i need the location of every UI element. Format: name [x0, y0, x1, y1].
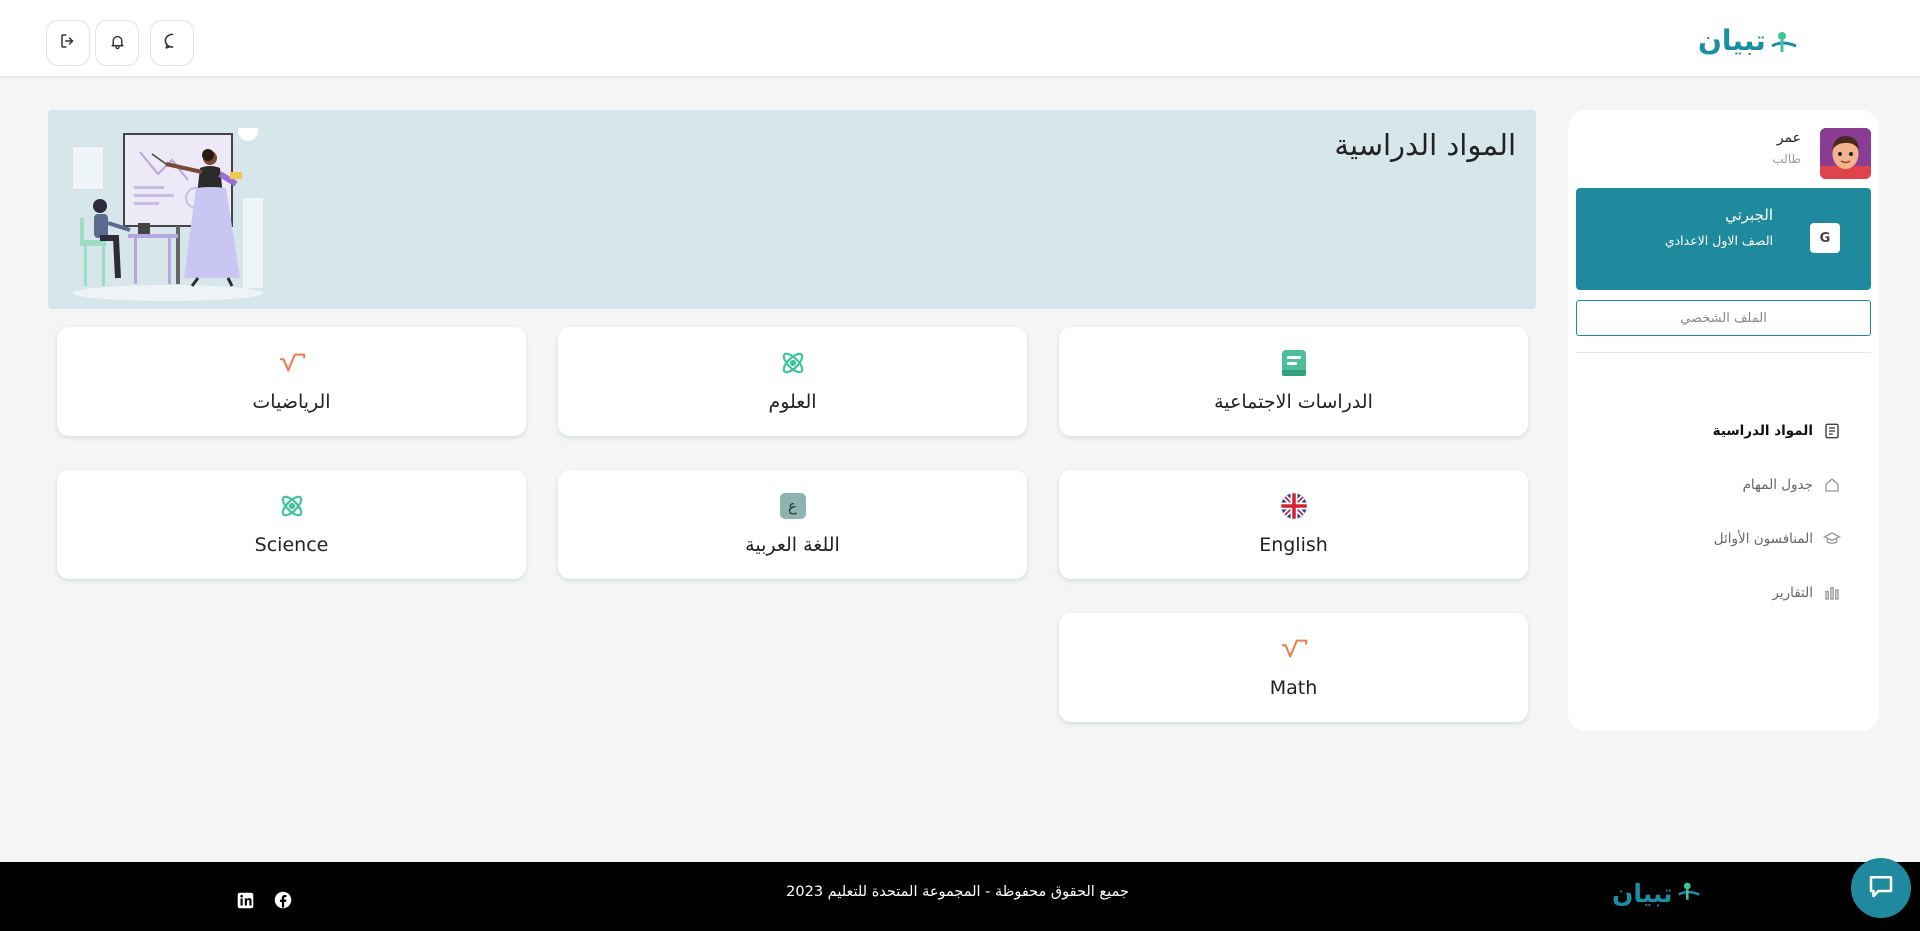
- logo-figure-icon: [1768, 29, 1800, 57]
- subject-card-english[interactable]: English: [1059, 470, 1528, 579]
- subject-label: العلوم: [768, 391, 817, 413]
- school-logo-text: G: [1819, 230, 1831, 246]
- sqrt-icon: [278, 349, 306, 377]
- sqrt-icon: [1280, 635, 1308, 663]
- subject-label: Math: [1269, 677, 1318, 699]
- subject-card-mathematics[interactable]: الرياضيات: [57, 327, 526, 436]
- user-role: طالب: [1772, 152, 1801, 166]
- sidebar-item-label: المواد الدراسية: [1712, 423, 1813, 439]
- book-icon: [1823, 422, 1841, 440]
- sidebar-divider: [1576, 352, 1871, 353]
- uk-flag-icon: [1279, 492, 1308, 520]
- arabic-letter-glyph: ع: [779, 493, 806, 519]
- sidebar-item-label: جدول المهام: [1742, 477, 1813, 493]
- user-name: عمر: [1776, 130, 1801, 146]
- book-icon: [1280, 349, 1308, 377]
- subject-label: اللغة العربية: [745, 534, 840, 556]
- subject-label: الرياضيات: [252, 391, 331, 413]
- logo-figure-icon: [1675, 880, 1707, 908]
- page-title: المواد الدراسية: [1334, 128, 1516, 162]
- subject-card-sciences[interactable]: العلوم: [558, 327, 1027, 436]
- bar-chart-icon: [1823, 584, 1841, 602]
- subject-label: Science: [254, 534, 329, 556]
- subject-label: English: [1259, 534, 1328, 556]
- atom-icon: [779, 349, 807, 377]
- school-logo: G: [1810, 223, 1840, 253]
- logo-text: تبيان: [1698, 24, 1766, 57]
- school-name: الجبرتي: [1725, 206, 1773, 224]
- sidebar-item-label: التقارير: [1772, 585, 1813, 601]
- live-chat-button[interactable]: [1851, 858, 1911, 918]
- logo-text: تبيان: [1612, 879, 1673, 908]
- subject-card-math[interactable]: Math: [1059, 613, 1528, 722]
- graduation-cap-icon: [1823, 530, 1841, 548]
- chat-bubble-icon: [1866, 871, 1896, 905]
- sidebar: عمر طالب G الجبرتي الصف الاول الاعدادي ا…: [1568, 110, 1879, 731]
- footer: جميع الحقوق محفوظة - المجموعة المتحدة لل…: [0, 862, 1920, 931]
- subject-label: الدراسات الاجتماعية: [1214, 391, 1373, 413]
- facebook-icon[interactable]: [274, 891, 292, 909]
- school-card: G الجبرتي الصف الاول الاعدادي: [1576, 188, 1871, 290]
- linkedin-icon[interactable]: [236, 891, 254, 909]
- subject-card-arabic[interactable]: ع اللغة العربية: [558, 470, 1027, 579]
- sidebar-item-subjects[interactable]: المواد الدراسية: [1713, 422, 1841, 440]
- school-grade: الصف الاول الاعدادي: [1664, 233, 1773, 248]
- notifications-button[interactable]: [95, 20, 139, 66]
- sidebar-item-task-schedule[interactable]: جدول المهام: [1743, 476, 1841, 494]
- profile-button[interactable]: الملف الشخصي: [1576, 300, 1871, 336]
- top-header: تبيان: [0, 0, 1920, 76]
- home-icon: [1823, 476, 1841, 494]
- arabic-letter-icon: ع: [779, 492, 807, 520]
- logout-icon: [59, 32, 77, 54]
- footer-logo[interactable]: تبيان: [1612, 879, 1707, 908]
- teacher-illustration: [68, 121, 278, 303]
- chat-bubble-icon: [163, 32, 182, 55]
- avatar[interactable]: [1820, 128, 1871, 179]
- subject-card-social-studies[interactable]: الدراسات الاجتماعية: [1059, 327, 1528, 436]
- logout-button[interactable]: [46, 20, 90, 66]
- sidebar-item-label: المنافسون الأوائل: [1713, 531, 1813, 547]
- atom-icon: [278, 492, 306, 520]
- subject-card-science[interactable]: Science: [57, 470, 526, 579]
- subjects-banner: المواد الدراسية: [48, 110, 1536, 309]
- sidebar-item-leaderboard[interactable]: المنافسون الأوائل: [1714, 530, 1841, 548]
- sidebar-item-reports[interactable]: التقارير: [1772, 584, 1841, 602]
- messages-button[interactable]: [150, 20, 194, 66]
- header-logo[interactable]: تبيان: [1698, 24, 1800, 57]
- bell-icon: [109, 33, 126, 54]
